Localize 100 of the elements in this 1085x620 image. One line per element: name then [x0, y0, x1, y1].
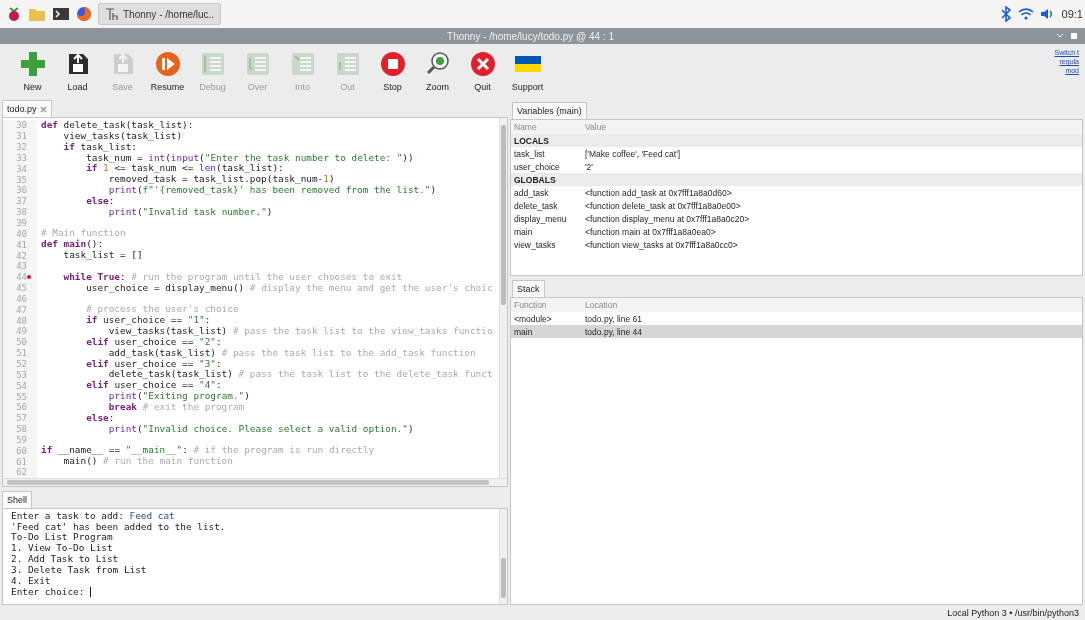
shell-line: 1. View To-Do List — [11, 543, 113, 555]
line-number: 35 — [16, 174, 27, 185]
line-number: 33 — [16, 152, 27, 163]
line-number: 55 — [16, 391, 27, 402]
toolbar-button[interactable]: Support — [505, 48, 550, 94]
shell-line: 2. Add Task to List — [11, 554, 119, 565]
scrollbar[interactable] — [3, 477, 507, 486]
code-line: removed_task = task_list.pop(task_num-1) — [107, 174, 335, 186]
shell-line: 4. Exit — [11, 575, 51, 587]
variable-name: delete_task — [513, 200, 559, 211]
maximize-icon[interactable] — [1069, 32, 1079, 40]
scrollbar[interactable] — [499, 118, 507, 478]
section-label: GLOBALS — [513, 174, 556, 185]
line-number: 36 — [16, 185, 27, 196]
variable-value: <function delete_task at 0x7fff1a8a0e00> — [584, 200, 741, 211]
toolbar-button[interactable]: Zoom — [415, 48, 460, 94]
shell-line: Enter choice: — [11, 586, 86, 598]
column-header: Value — [584, 122, 607, 132]
code-editor[interactable] — [2, 117, 508, 487]
variables-tab[interactable]: Variables (main) — [512, 102, 587, 119]
breakpoint-icon[interactable] — [27, 275, 31, 280]
plus-icon — [18, 50, 47, 78]
code-line: task_num = int(input("Enter the task number to delete: ")) — [86, 152, 414, 164]
editor-tab[interactable]: todo.py — [2, 100, 52, 117]
line-number: 48 — [16, 315, 27, 326]
line-number: 58 — [16, 424, 27, 435]
column-header: Location — [584, 300, 618, 310]
variable-value: <function display_menu at 0x7fff1a8a0c20> — [584, 213, 750, 224]
line-number: 62 — [16, 467, 27, 478]
line-number: 37 — [16, 196, 27, 207]
code-line: main() # run the main function — [62, 456, 233, 467]
taskbar-window-button[interactable]: Thonny - /home/luc.. — [98, 3, 222, 25]
code-line: view_tasks(task_list) — [62, 130, 183, 142]
browser-icon[interactable] — [76, 6, 92, 22]
line-number: 34 — [16, 163, 27, 174]
code-line: task_list = [] — [62, 250, 143, 261]
wifi-icon[interactable] — [1017, 7, 1034, 21]
toolbar-button[interactable]: New — [10, 48, 55, 94]
line-number: 43 — [16, 261, 27, 272]
section-label: LOCALS — [513, 135, 549, 146]
stop-icon — [378, 50, 407, 78]
line-number: 46 — [16, 293, 27, 304]
code-line: else: — [85, 195, 115, 207]
code-line: if 1 <= task_num <= len(task_list): — [85, 163, 284, 175]
line-number: 45 — [16, 283, 27, 294]
bluetooth-icon[interactable] — [999, 6, 1012, 22]
line-number: 50 — [16, 337, 27, 348]
variable-name: task_list — [513, 148, 546, 159]
line-number: 60 — [16, 445, 27, 456]
interpreter-status[interactable]: Local Python 3 • /usr/bin/python3 — [947, 607, 1079, 618]
clock: 09:1 — [1061, 8, 1083, 20]
code-line: print("Invalid task number.") — [107, 206, 273, 218]
line-number: 61 — [16, 456, 27, 467]
code-line: view_tasks(task_list) # pass the task list to the view_tasks functio — [108, 326, 493, 337]
code-line: def delete_task(task_list): — [40, 120, 194, 131]
code-line: # Main function — [40, 228, 126, 239]
shell-console[interactable]: Enter a task to add: Feed cat 'Feed cat' has been added to the list. To-Do List Program 1. View To-Do List 2. Add Task to List 3. Delete Task from List 4. Exit Enter choice: — [2, 507, 508, 605]
code-line: else: — [85, 412, 115, 424]
stack-tab[interactable]: Stack — [512, 280, 545, 297]
function-name: <module> — [513, 313, 553, 324]
location: todo.py, line 61 — [584, 313, 643, 324]
toolbar-button[interactable]: Resume — [145, 48, 190, 94]
stack-row[interactable]: main todo.py, line 44 — [511, 325, 1082, 338]
window-title: Thonny - /home/lucy/todo.py @ 44 : 1 — [446, 30, 615, 42]
code-line: delete_task(task_list) # pass the task list to the delete_task funct — [108, 369, 493, 381]
shell-tab[interactable]: Shell — [2, 490, 32, 508]
code-line: if task_list: — [62, 141, 137, 153]
line-number: 52 — [16, 359, 27, 369]
variable-name: user_choice — [513, 161, 561, 172]
line-number: 41 — [16, 239, 27, 250]
minimize-icon[interactable] — [1055, 32, 1065, 40]
shell-line: Enter a task to add: Feed cat — [11, 510, 175, 522]
toolbar-button[interactable]: Stop — [370, 48, 415, 94]
line-number: 59 — [16, 434, 27, 445]
column-header: Name — [513, 122, 538, 132]
line-number: 47 — [16, 304, 27, 315]
variable-name: add_task — [513, 187, 550, 198]
scrollbar[interactable] — [499, 508, 507, 604]
toolbar-button[interactable]: Load — [55, 48, 100, 94]
line-number: 54 — [16, 380, 27, 391]
close-icon[interactable] — [39, 105, 47, 113]
line-number: 39 — [16, 218, 27, 228]
code-line: def main(): — [40, 239, 104, 251]
code-line: elif user_choice == "3": — [85, 358, 222, 370]
code-line: break # exit the program — [107, 401, 245, 413]
text-cursor — [90, 587, 92, 597]
raspberry-icon[interactable] — [6, 6, 22, 22]
code-line: print("Invalid choice. Please select a valid option.") — [107, 423, 414, 435]
function-name: main — [513, 326, 534, 337]
code-line: if __name__ == "__main__": # if the program is run directly — [40, 445, 375, 457]
line-number: 40 — [16, 228, 27, 239]
terminal-icon[interactable] — [52, 6, 70, 22]
variable-value: ['Make coffee', 'Feed cat'] — [584, 148, 681, 159]
line-number: 38 — [16, 207, 27, 218]
code-line: add_task(task_list) # pass the task list to the add_task function — [108, 347, 476, 359]
line-number: 44 — [16, 272, 27, 283]
toolbar-button[interactable]: Quit — [460, 48, 505, 94]
code-line: elif user_choice == "2": — [85, 336, 222, 348]
location: todo.py, line 44 — [584, 326, 643, 337]
line-number: 30 — [16, 120, 27, 131]
